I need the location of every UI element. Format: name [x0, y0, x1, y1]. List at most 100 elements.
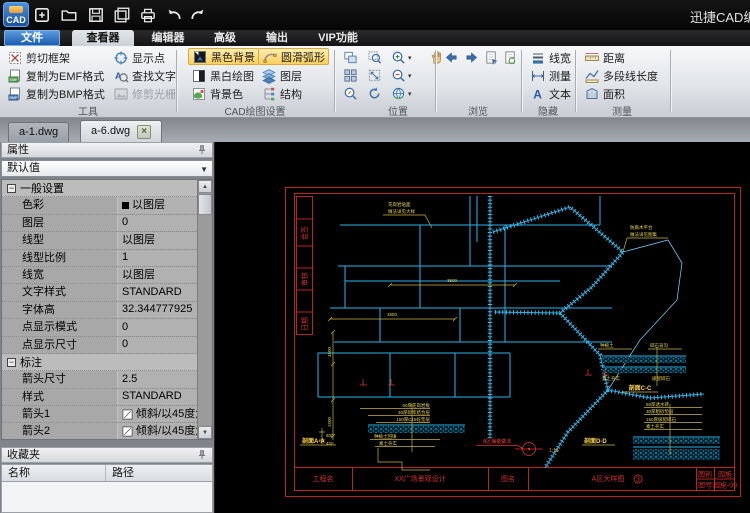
- cut-frame-button[interactable]: 剪切框架: [4, 49, 73, 66]
- collapse-icon[interactable]: −: [7, 358, 16, 367]
- forward-button[interactable]: [461, 49, 481, 67]
- pin-icon[interactable]: [196, 144, 208, 156]
- hide-measure-button[interactable]: 测量: [527, 67, 574, 84]
- structure-button[interactable]: 结构: [258, 85, 305, 102]
- zoom-out-dropdown[interactable]: ▾: [408, 72, 412, 80]
- tab-vip[interactable]: VIP功能: [306, 30, 370, 46]
- render-mode-button[interactable]: [388, 85, 408, 103]
- zoom-window-button[interactable]: [364, 49, 384, 67]
- tab-advanced[interactable]: 高级: [202, 30, 248, 46]
- prop-group-general[interactable]: −一般设置: [2, 180, 197, 197]
- refresh-view-button[interactable]: [500, 49, 520, 67]
- ribbon-separator: [334, 50, 335, 112]
- zoom-scale-button[interactable]: [340, 85, 360, 103]
- layers-label: 图层: [280, 68, 302, 84]
- print-button[interactable]: [137, 4, 159, 26]
- drawing-canvas[interactable]: 会签 审核 日期 工程名 XX广场景观设计 图名 A区大样图 3 图别 园施 图…: [215, 142, 750, 513]
- zoom-out-button[interactable]: [388, 67, 408, 85]
- view-thumbnails-button[interactable]: [340, 67, 360, 85]
- prop-group-dimension[interactable]: −标注: [2, 354, 197, 371]
- prop-row-pdsize[interactable]: 点显示尺寸0: [2, 337, 197, 354]
- scroll-down-button[interactable]: ▼: [198, 426, 212, 439]
- show-point-label: 显示点: [132, 50, 165, 66]
- find-text-button[interactable]: 查找文字: [110, 67, 179, 84]
- file-menu-button[interactable]: 文件: [4, 30, 60, 46]
- close-tab-button[interactable]: ×: [137, 125, 151, 139]
- prop-row-arrow1[interactable]: 箭头1倾斜/以45度角: [2, 406, 197, 423]
- smooth-arc-button[interactable]: 圆滑弧形: [258, 48, 329, 65]
- distance-button[interactable]: 距离: [581, 49, 628, 66]
- trim-raster-button[interactable]: 修剪光栅: [110, 85, 179, 102]
- background-color-button[interactable]: 背景色: [188, 85, 246, 102]
- scroll-thumb[interactable]: [198, 194, 212, 215]
- column-name[interactable]: 名称: [2, 465, 106, 481]
- bw-drawing-button[interactable]: 黑白绘图: [188, 67, 257, 84]
- prop-row-layer[interactable]: 图层0: [2, 215, 197, 232]
- ribbon: 剪切框架 复制为EMF格式 复制为BMP格式 显示点 查找文字 修剪光栅 工具 …: [0, 46, 750, 118]
- prop-row-pdmode[interactable]: 点显示模式0: [2, 319, 197, 336]
- tab-editor[interactable]: 编辑器: [140, 30, 196, 46]
- menubar: 文件 查看器 编辑器 高级 输出 VIP功能: [0, 30, 750, 46]
- svg-text:素土夯实: 素土夯实: [602, 375, 620, 382]
- tab-viewer[interactable]: 查看器: [72, 30, 134, 46]
- tab-output[interactable]: 输出: [254, 30, 300, 46]
- svg-text:图名: 图名: [501, 474, 515, 483]
- render-mode-dropdown[interactable]: ▾: [408, 90, 412, 98]
- column-path[interactable]: 路径: [106, 465, 212, 481]
- structure-label: 结构: [280, 86, 302, 102]
- prop-row-arrowsize[interactable]: 箭头尺寸2.5: [2, 371, 197, 388]
- doc-tab-a6[interactable]: a-6.dwg ×: [80, 120, 162, 142]
- favorites-list[interactable]: [1, 482, 213, 513]
- doc-tab-a1[interactable]: a-1.dwg: [8, 122, 69, 142]
- hide-text-button[interactable]: 文本: [527, 85, 574, 102]
- prop-row-fontheight[interactable]: 字体高32.344777925: [2, 302, 197, 319]
- save-as-button[interactable]: [111, 4, 133, 26]
- named-view-button[interactable]: [481, 49, 501, 67]
- preset-dropdown[interactable]: 默认值▼: [1, 160, 213, 177]
- prop-row-linetype[interactable]: 线型以图层: [2, 232, 197, 249]
- new-button[interactable]: [31, 4, 53, 26]
- favorites-column-headers: 名称 路径: [1, 464, 213, 482]
- show-point-button[interactable]: 显示点: [110, 49, 168, 66]
- property-grid: −一般设置 色彩以图层 图层0 线型以图层 线型比例1 线宽以图层 文字样式ST…: [1, 179, 213, 440]
- area-button[interactable]: 面积: [581, 85, 628, 102]
- prop-row-arrow2[interactable]: 箭头2倾斜/以45度角: [2, 423, 197, 440]
- redo-button[interactable]: [187, 4, 209, 26]
- copy-bmp-button[interactable]: 复制为BMP格式: [4, 85, 108, 102]
- polyline-length-button[interactable]: 多段线长度: [581, 67, 661, 84]
- pin-icon[interactable]: [196, 449, 208, 461]
- smooth-arc-label: 圆滑弧形: [281, 49, 325, 65]
- zoom-in-button[interactable]: [388, 49, 408, 67]
- open-button[interactable]: [58, 4, 80, 26]
- view-rotate-button[interactable]: [364, 85, 384, 103]
- document-tab-bar: a-1.dwg a-6.dwg ×: [0, 118, 750, 142]
- title-block: 工程名 XX广场景观设计 图名 A区大样图 3 图别 园施 图号 园施-09: [295, 468, 738, 491]
- group-label-cad-settings: CAD绘图设置: [205, 103, 305, 118]
- app-logo[interactable]: CAD: [3, 2, 29, 27]
- prop-row-color[interactable]: 色彩以图层: [2, 197, 197, 214]
- copy-emf-button[interactable]: 复制为EMF格式: [4, 67, 107, 84]
- prop-row-textstyle[interactable]: 文字样式STANDARD: [2, 284, 197, 301]
- layers-button[interactable]: 图层: [258, 67, 305, 84]
- prop-row-dimstyle[interactable]: 样式STANDARD: [2, 389, 197, 406]
- svg-text:图号: 图号: [698, 482, 712, 490]
- save-button[interactable]: [85, 4, 107, 26]
- property-scrollbar[interactable]: ▲ ▼: [197, 180, 212, 439]
- zoom-in-dropdown[interactable]: ▾: [408, 54, 412, 62]
- zoom-previous-button[interactable]: [340, 49, 360, 67]
- svg-text:防腐木平台: 防腐木平台: [630, 224, 653, 231]
- zoom-extents-button[interactable]: [364, 67, 384, 85]
- background-color-label: 背景色: [210, 86, 243, 102]
- prop-row-lineweight[interactable]: 线宽以图层: [2, 267, 197, 284]
- line-width-button[interactable]: 线宽: [527, 49, 574, 66]
- scroll-up-button[interactable]: ▲: [198, 180, 212, 193]
- black-background-button[interactable]: 黑色背景: [188, 48, 259, 65]
- svg-text:工程名: 工程名: [313, 474, 334, 483]
- copy-bmp-label: 复制为BMP格式: [26, 86, 105, 102]
- cad-drawing: 会签 审核 日期 工程名 XX广场景观设计 图名 A区大样图 3 图别 园施 图…: [215, 142, 750, 513]
- collapse-icon[interactable]: −: [7, 184, 16, 193]
- doc-tab-a6-label: a-6.dwg: [91, 121, 130, 142]
- prop-row-ltscale[interactable]: 线型比例1: [2, 250, 197, 267]
- undo-button[interactable]: [163, 4, 185, 26]
- back-button[interactable]: [441, 49, 461, 67]
